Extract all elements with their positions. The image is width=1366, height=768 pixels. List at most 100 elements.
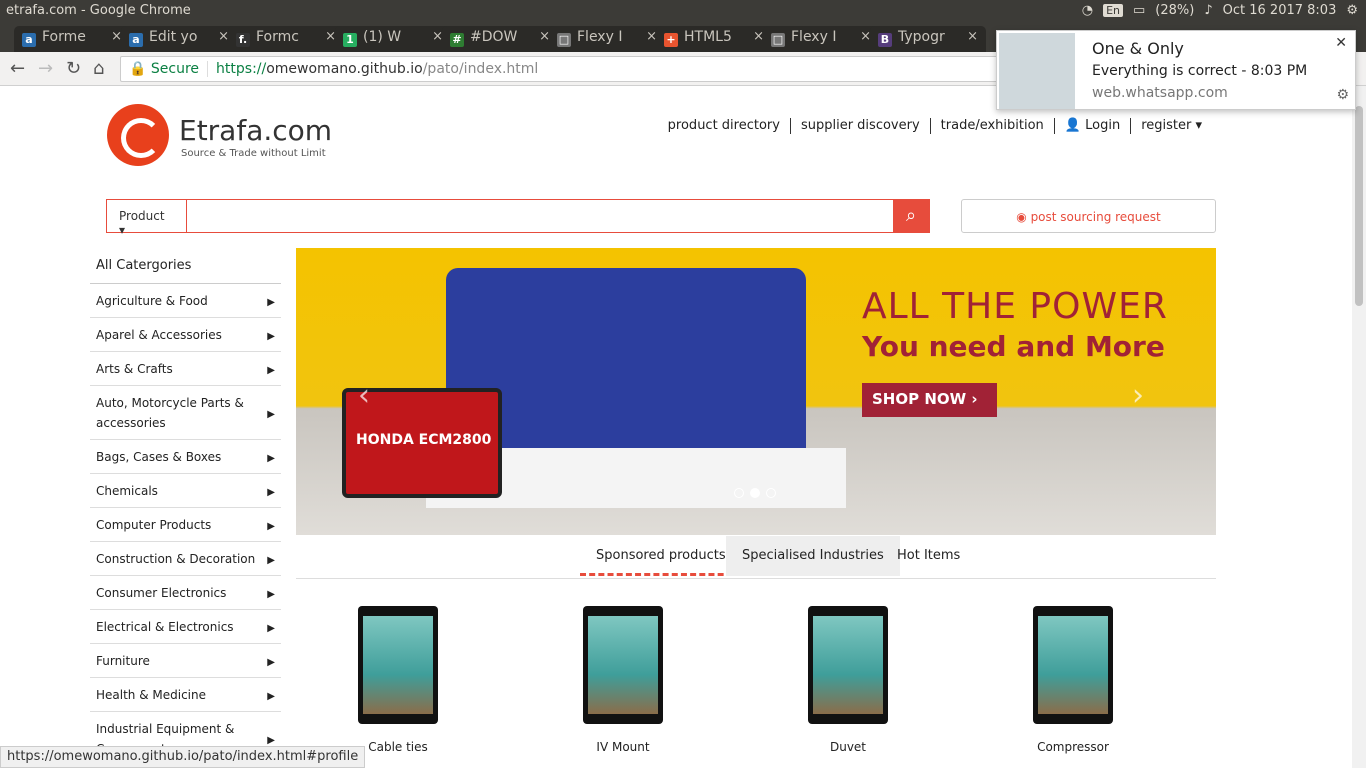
category-item[interactable]: Aparel & Accessories ▶ (90, 318, 281, 352)
gear-icon[interactable]: ⚙ (1336, 87, 1349, 103)
site-logo[interactable]: Etrafa.com Source & Trade without Limit (107, 104, 332, 168)
browser-tab[interactable]: a Edit yo × (121, 26, 237, 52)
forward-arrow-icon[interactable]: → (38, 58, 53, 79)
battery-percent: (28%) (1155, 3, 1195, 18)
category-label: Health & Medicine (96, 688, 206, 702)
wifi-icon[interactable]: ◔ (1082, 3, 1093, 18)
language-indicator[interactable]: En (1103, 4, 1123, 17)
category-label: Electrical & Electronics (96, 620, 234, 634)
product-card[interactable]: IV Mount (523, 606, 723, 754)
browser-tab[interactable]: f. Formc × (228, 26, 344, 52)
notification-message: Everything is correct - 8:03 PM (1092, 63, 1308, 79)
tab-specialised-industries[interactable]: Specialised Industries (726, 536, 900, 576)
carousel-dot[interactable] (734, 488, 744, 498)
tab-title: HTML5 (684, 29, 732, 45)
caret-right-icon: ▶ (267, 486, 275, 498)
tab-favicon-icon: a (129, 33, 143, 47)
scrollbar-thumb[interactable] (1355, 106, 1363, 306)
tab-favicon-icon: + (664, 33, 678, 47)
browser-tab[interactable]: 1 (1) W × (335, 26, 451, 52)
settings-gear-icon[interactable]: ⚙ (1346, 3, 1358, 18)
category-label: Computer Products (96, 518, 212, 532)
search-category-dropdown[interactable]: Product ▾ (107, 200, 187, 237)
category-item[interactable]: Construction & Decoration ▶ (90, 542, 281, 576)
nav-login[interactable]: 👤 Login (1055, 118, 1132, 134)
tab-title: Flexy I (791, 29, 837, 45)
tablet-image (1033, 606, 1113, 724)
category-item[interactable]: Consumer Electronics ▶ (90, 576, 281, 610)
category-sidebar-title: All Catergories (90, 248, 281, 284)
carousel-next-icon[interactable]: › (1132, 378, 1144, 413)
caret-right-icon: ▶ (267, 656, 275, 668)
notification-source: web.whatsapp.com (1092, 85, 1228, 101)
category-item[interactable]: Computer Products ▶ (90, 508, 281, 542)
tab-title: Edit yo (149, 29, 198, 45)
volume-icon[interactable]: ♪ (1204, 3, 1212, 18)
nav-trade-exhibition[interactable]: trade/exhibition (931, 118, 1055, 134)
product-name: Duvet (829, 740, 867, 754)
shop-now-button[interactable]: SHOP NOW › (862, 383, 997, 417)
browser-tab[interactable]: B Typogr × (870, 26, 986, 52)
nav-supplier-discovery[interactable]: supplier discovery (791, 118, 931, 134)
home-icon[interactable]: ⌂ (93, 58, 104, 79)
category-item[interactable]: Health & Medicine ▶ (90, 678, 281, 712)
carousel-dot-active[interactable] (750, 488, 760, 498)
caret-right-icon: ▶ (267, 588, 275, 600)
tab-favicon-icon: a (22, 33, 36, 47)
hero-carousel[interactable]: HONDA ECM2800 ALL THE POWER You need and… (296, 248, 1216, 535)
search-input[interactable] (187, 200, 893, 232)
product-card[interactable]: Duvet (748, 606, 948, 754)
nav-register[interactable]: register ▾ (1131, 118, 1212, 134)
browser-tab[interactable]: □ Flexy I × (549, 26, 665, 52)
browser-tab[interactable]: # #DOW × (442, 26, 558, 52)
secure-label: Secure (150, 61, 209, 77)
window-title: etrafa.com - Google Chrome (6, 3, 191, 18)
status-bar-url: https://omewomano.github.io/pato/index.h… (0, 746, 366, 768)
product-card[interactable]: Compressor (973, 606, 1173, 754)
category-item[interactable]: Electrical & Electronics ▶ (90, 610, 281, 644)
tablet-screen (813, 616, 883, 714)
notification-title: One & Only (1092, 39, 1184, 58)
back-arrow-icon[interactable]: ← (10, 58, 25, 79)
category-item[interactable]: Auto, Motorcycle Parts & accessories ▶ (90, 386, 281, 440)
clock[interactable]: Oct 16 2017 8:03 (1223, 3, 1337, 18)
web-page: Etrafa.com Source & Trade without Limit … (0, 86, 1352, 768)
url-scheme: https:// (216, 61, 267, 77)
category-item[interactable]: Chemicals ▶ (90, 474, 281, 508)
address-bar[interactable]: 🔒 Secure https://omewomano.github.io/pato… (120, 56, 1120, 82)
close-icon[interactable]: ✕ (1335, 35, 1347, 51)
product-card[interactable]: Cable ties (298, 606, 498, 754)
caret-down-icon: ▾ (119, 223, 126, 237)
tab-title: Typogr (898, 29, 945, 45)
product-name: IV Mount (596, 740, 650, 754)
nav-product-directory[interactable]: product directory (658, 118, 791, 134)
battery-icon[interactable]: ▭ (1133, 3, 1145, 18)
category-sidebar: All Catergories Agriculture & Food ▶ Apare… (90, 248, 281, 768)
tab-hot-items[interactable]: Hot Items (881, 536, 976, 576)
tab-title: Formc (256, 29, 299, 45)
whatsapp-notification[interactable]: One & Only Everything is correct - 8:03 … (996, 30, 1356, 110)
browser-tab[interactable]: + HTML5 × (656, 26, 772, 52)
tablet-image (808, 606, 888, 724)
reload-icon[interactable]: ↻ (66, 58, 81, 79)
category-item[interactable]: Furniture ▶ (90, 644, 281, 678)
post-sourcing-request-button[interactable]: ◉ post sourcing request (961, 199, 1216, 233)
category-item[interactable]: Bags, Cases & Boxes ▶ (90, 440, 281, 474)
carousel-dot[interactable] (766, 488, 776, 498)
banner-headline: ALL THE POWER (862, 286, 1168, 327)
caret-right-icon: ▶ (267, 452, 275, 464)
tab-sponsored-products[interactable]: Sponsored products (580, 536, 742, 576)
tab-title: #DOW (470, 29, 518, 45)
category-item[interactable]: Arts & Crafts ▶ (90, 352, 281, 386)
product-tabs: Sponsored products Specialised Industrie… (296, 536, 1216, 579)
browser-tab[interactable]: □ Flexy I × (763, 26, 879, 52)
carousel-prev-icon[interactable]: ‹ (358, 378, 370, 413)
page-scrollbar[interactable] (1352, 86, 1366, 768)
category-item[interactable]: Agriculture & Food ▶ (90, 284, 281, 318)
browser-tab[interactable]: a Forme × (14, 26, 130, 52)
category-label: Bags, Cases & Boxes (96, 450, 222, 464)
tab-close-icon[interactable]: × (967, 29, 978, 44)
search-button[interactable]: ⌕ (893, 200, 929, 232)
tab-favicon-icon: # (450, 33, 464, 47)
search-icon: ⌕ (905, 205, 917, 226)
